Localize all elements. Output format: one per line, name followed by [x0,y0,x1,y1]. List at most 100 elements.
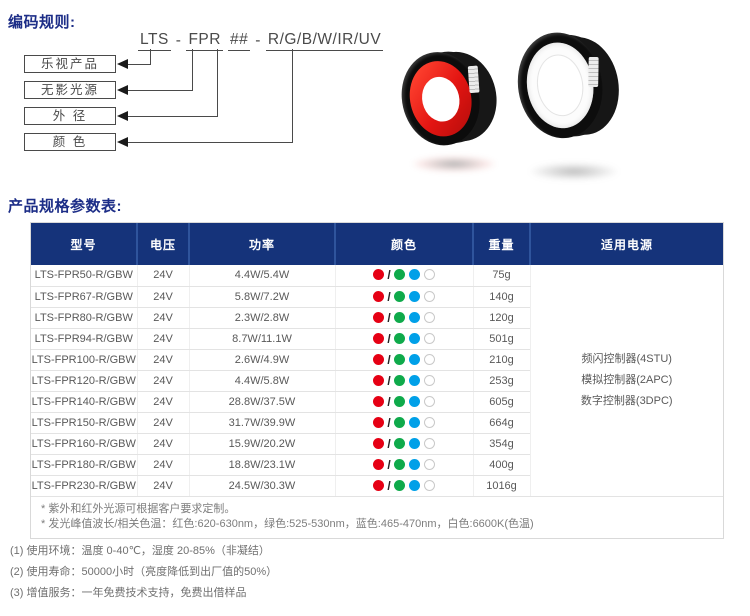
color-options-cell: / [335,349,473,370]
weight-cell: 354g [473,433,530,454]
reflection [412,156,496,172]
weight-cell: 253g [473,370,530,391]
red-dot-icon [373,459,384,470]
coding-rule-title: 编码规则: [8,11,76,32]
color-options-cell: / [335,412,473,433]
green-dot-icon [394,438,405,449]
weight-cell: 400g [473,454,530,475]
power-supply-option: 频闪控制器(4STU) [531,349,724,370]
red-dot-icon [373,333,384,344]
green-dot-icon [394,417,405,428]
spec-table-title: 产品规格参数表: [8,195,122,216]
blue-dot-icon [409,438,420,449]
white-dot-icon [424,459,435,470]
green-dot-icon [394,375,405,386]
spec-table-container: 型号 电压 功率 颜色 重量 适用电源 LTS-FPR50-R/GBW 24V … [30,222,724,539]
voltage-cell: 24V [137,349,189,370]
power-supply-option: 数字控制器(3DPC) [531,391,724,412]
blue-dot-icon [409,459,420,470]
red-dot-icon [373,417,384,428]
model-cell: LTS-FPR150-R/GBW [31,412,137,433]
power-cell: 2.3W/2.8W [189,307,335,328]
table-note: * 紫外和红外光源可根据客户要求定制。 [41,502,723,517]
red-ring-light-photo [392,35,524,174]
green-dot-icon [394,480,405,491]
power-cell: 8.7W/11.1W [189,328,335,349]
model-cell: LTS-FPR140-R/GBW [31,391,137,412]
model-cell: LTS-FPR50-R/GBW [31,265,137,286]
model-cell: LTS-FPR67-R/GBW [31,286,137,307]
voltage-cell: 24V [137,370,189,391]
power-cell: 31.7W/39.9W [189,412,335,433]
white-dot-icon [424,312,435,323]
header-weight: 重量 [473,223,530,265]
blue-dot-icon [409,291,420,302]
arrow-left-icon [117,111,128,121]
blue-dot-icon [409,417,420,428]
red-dot-icon [373,375,384,386]
footnote: (3) 增值服务：一年免费技术支持，免费出借样品 [10,583,277,604]
code-separator: - [176,32,182,51]
model-cell: LTS-FPR80-R/GBW [31,307,137,328]
model-cell: LTS-FPR94-R/GBW [31,328,137,349]
green-dot-icon [394,396,405,407]
weight-cell: 664g [473,412,530,433]
slash-separator: / [387,268,390,282]
slash-separator: / [387,437,390,451]
color-options-cell: / [335,370,473,391]
model-cell: LTS-FPR230-R/GBW [31,475,137,496]
voltage-cell: 24V [137,433,189,454]
blue-dot-icon [409,354,420,365]
power-supply-option: 模拟控制器(2APC) [531,370,724,391]
code-segment-series: FPR [186,31,223,51]
arrow-left-icon [117,85,128,95]
white-dot-icon [424,417,435,428]
weight-cell: 140g [473,286,530,307]
color-options-cell: / [335,454,473,475]
model-cell: LTS-FPR180-R/GBW [31,454,137,475]
power-cell: 2.6W/4.9W [189,349,335,370]
blue-dot-icon [409,333,420,344]
weight-cell: 210g [473,349,530,370]
color-options-cell: / [335,475,473,496]
datasheet-page: 编码规则: LTS - FPR ## - R/G/B/W/IR/UV 乐视产品 … [0,0,750,616]
white-dot-icon [424,333,435,344]
weight-cell: 75g [473,265,530,286]
label-box-brand: 乐视产品 [24,55,116,73]
product-sticker [468,66,480,94]
white-dot-icon [424,375,435,386]
white-ring-light-photo [510,22,641,170]
slash-separator: / [387,395,390,409]
slash-separator: / [387,458,390,472]
model-cell: LTS-FPR120-R/GBW [31,370,137,391]
blue-dot-icon [409,396,420,407]
spec-table: 型号 电压 功率 颜色 重量 适用电源 LTS-FPR50-R/GBW 24V … [31,223,723,497]
code-segment-color: R/G/B/W/IR/UV [266,31,383,51]
green-dot-icon [394,291,405,302]
slash-separator: / [387,353,390,367]
header-model: 型号 [31,223,137,265]
color-options-cell: / [335,265,473,286]
voltage-cell: 24V [137,286,189,307]
red-dot-icon [373,354,384,365]
color-options-cell: / [335,391,473,412]
footnote: (2) 使用寿命：50000小时（亮度降低到出厂值的50%） [10,562,277,583]
header-color: 颜色 [335,223,473,265]
slash-separator: / [387,311,390,325]
blue-dot-icon [409,269,420,280]
red-dot-icon [373,480,384,491]
power-cell: 15.9W/20.2W [189,433,335,454]
voltage-cell: 24V [137,307,189,328]
power-cell: 18.8W/23.1W [189,454,335,475]
white-dot-icon [424,269,435,280]
table-note: * 发光峰值波长/相关色温：红色:620-630nm，绿色:525-530nm，… [41,517,723,532]
voltage-cell: 24V [137,328,189,349]
slash-separator: / [387,479,390,493]
power-cell: 28.8W/37.5W [189,391,335,412]
white-dot-icon [424,396,435,407]
green-dot-icon [394,333,405,344]
blue-dot-icon [409,312,420,323]
red-dot-icon [373,291,384,302]
slash-separator: / [387,374,390,388]
red-dot-icon [373,396,384,407]
